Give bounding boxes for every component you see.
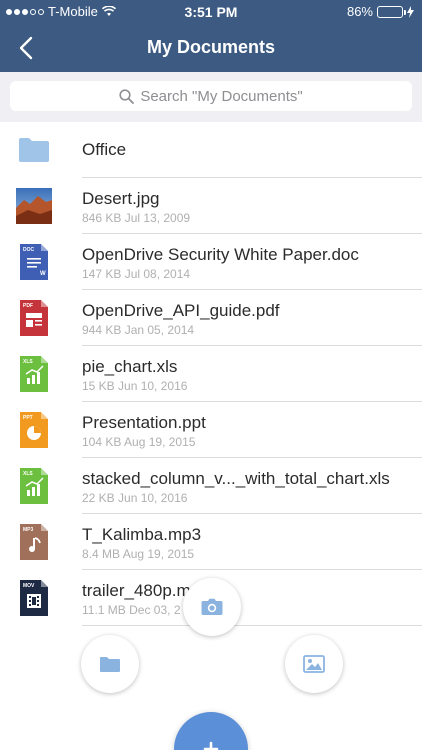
file-row[interactable]: PDF OpenDrive_API_guide.pdf 944 KB Jan 05,… (0, 290, 422, 346)
file-meta: 15 KB Jun 10, 2016 (82, 379, 188, 393)
status-bar: T-Mobile 3:51 PM 86% (0, 0, 422, 24)
file-meta: 22 KB Jun 10, 2016 (82, 491, 188, 505)
file-name: OpenDrive Security White Paper.doc (82, 245, 359, 264)
file-name: trailer_480p.m (82, 581, 191, 600)
search-input[interactable]: Search "My Documents" (10, 81, 412, 111)
file-row[interactable]: PPT Presentation.ppt 104 KB Aug 19, 2015 (0, 402, 422, 458)
image-icon (303, 655, 325, 673)
plus-icon (203, 741, 219, 750)
svg-text:XLS: XLS (23, 471, 33, 477)
xls-file-icon: XLS (16, 356, 52, 392)
svg-text:MP3: MP3 (23, 527, 34, 533)
file-row[interactable]: XLS stacked_column_v..._with_total_chart.… (0, 458, 422, 514)
camera-icon (201, 598, 223, 615)
file-name: Desert.jpg (82, 189, 160, 208)
photo-thumbnail-icon (16, 188, 52, 224)
ppt-file-icon: PPT (16, 412, 52, 448)
new-folder-button[interactable] (81, 635, 139, 693)
svg-text:PPT: PPT (23, 415, 33, 421)
file-list: Office Desert.jpg 846 KB Jul 13, 2009 DOC W O… (0, 122, 422, 626)
add-button[interactable] (174, 712, 248, 750)
folder-row[interactable]: Office (0, 122, 422, 178)
upload-image-button[interactable] (285, 635, 343, 693)
svg-text:W: W (40, 271, 46, 277)
file-name: stacked_column_v..._with_total_chart.xls (82, 469, 390, 488)
file-meta: 11.1 MB Dec 03, 2 (82, 603, 181, 617)
doc-file-icon: DOC W (16, 244, 52, 280)
folder-icon (100, 656, 120, 672)
page-title: My Documents (146, 37, 276, 57)
camera-upload-button[interactable] (183, 578, 241, 636)
file-meta: 104 KB Aug 19, 2015 (82, 435, 196, 449)
file-meta: 147 KB Jul 08, 2014 (82, 267, 191, 281)
file-name: OpenDrive_API_guide.pdf (82, 301, 280, 320)
svg-text:PDF: PDF (23, 303, 33, 309)
file-meta: 944 KB Jan 05, 2014 (82, 323, 195, 337)
file-row[interactable]: DOC W OpenDrive Security White Paper.doc 14… (0, 234, 422, 290)
search-icon (119, 88, 135, 104)
mp3-file-icon: MP3 (16, 524, 52, 560)
xls-file-icon: XLS (16, 468, 52, 504)
battery-percent: 86% (346, 4, 373, 19)
svg-text:MOV: MOV (23, 583, 35, 589)
file-row[interactable]: Desert.jpg 846 KB Jul 13, 2009 (0, 178, 422, 234)
pdf-file-icon: PDF (16, 300, 52, 336)
battery-icon (377, 5, 406, 18)
svg-text:XLS: XLS (23, 359, 33, 365)
file-name: pie_chart.xls (82, 357, 178, 376)
folder-icon (16, 132, 52, 168)
file-name: Presentation.ppt (82, 413, 206, 432)
row-divider (82, 625, 422, 626)
file-meta: 846 KB Jul 13, 2009 (82, 211, 191, 225)
search-bar: Search "My Documents" (0, 72, 422, 122)
battery-status: 86% (347, 4, 414, 19)
file-name: Office (82, 140, 127, 159)
navigation-bar: My Documents (0, 24, 422, 72)
file-meta: 8.4 MB Aug 19, 2015 (82, 547, 195, 561)
charging-bolt-icon (407, 5, 414, 18)
file-row[interactable]: XLS pie_chart.xls 15 KB Jun 10, 2016 (0, 346, 422, 402)
search-placeholder: Search "My Documents" (140, 87, 303, 105)
file-name: T_Kalimba.mp3 (82, 525, 202, 544)
file-row[interactable]: MP3 T_Kalimba.mp3 8.4 MB Aug 19, 2015 (0, 514, 422, 570)
mov-file-icon: MOV (16, 580, 52, 616)
svg-text:DOC: DOC (23, 247, 35, 253)
